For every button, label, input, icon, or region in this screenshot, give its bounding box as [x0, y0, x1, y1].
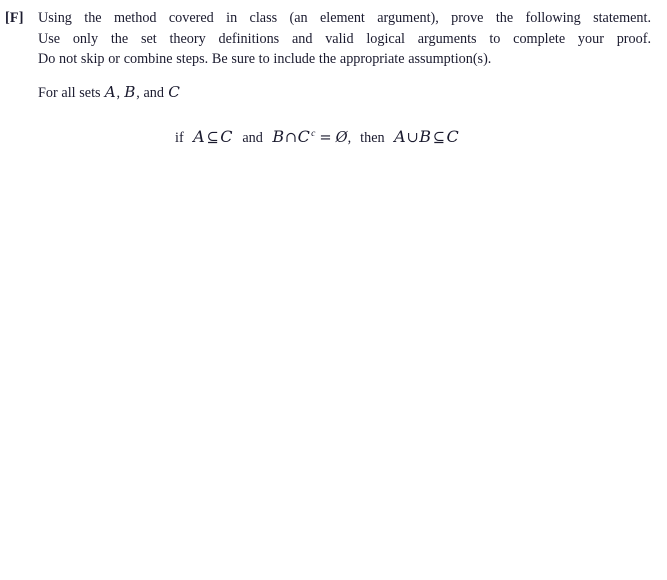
- hypothesis1-left-set: A: [193, 127, 206, 146]
- instructions-line-3: Do not skip or combine steps. Be sure to…: [38, 51, 492, 67]
- conclusion-right-set: C: [446, 127, 460, 146]
- hypothesis2-right-set: C: [297, 127, 311, 146]
- statement-comma: ,: [347, 130, 352, 146]
- problem-label: [F]: [5, 10, 24, 26]
- conclusion-left-set: A: [394, 127, 406, 146]
- display-math-statement: if A ⊆C and B∩Cc = Ø, then A∪B ⊆C: [38, 123, 667, 149]
- statement-if-word: if: [175, 130, 184, 146]
- quantifier-sentence: For all sets A, B, and C: [38, 82, 651, 104]
- conclusion-middle-set: B: [419, 127, 432, 146]
- problem-row: [F] Using the method covered in class (a…: [0, 4, 667, 103]
- intersection-operator-icon: ∩: [284, 129, 298, 146]
- hypothesis1-right-set: C: [220, 127, 233, 146]
- quantifier-separator-2: , and: [136, 84, 168, 101]
- instructions-line-1: Using the method covered in class (an el…: [38, 10, 651, 26]
- hypothesis2-left-set: B: [272, 127, 285, 146]
- empty-set-icon: Ø: [335, 129, 348, 146]
- complement-superscript: c: [311, 128, 316, 139]
- statement-then-word: then: [360, 130, 385, 146]
- equals-sign: =: [319, 129, 332, 146]
- problem-block: [F] Using the method covered in class (a…: [0, 4, 667, 149]
- set-symbol-b: B: [124, 82, 136, 101]
- instructions-line-2: Use only the set theory definitions and …: [38, 30, 651, 47]
- subset-relation-icon: ⊆: [206, 129, 219, 146]
- problem-body: Using the method covered in class (an el…: [38, 4, 651, 103]
- conclusion-subset-relation-icon: ⊆: [432, 129, 445, 146]
- instructions-paragraph: Using the method covered in class (an el…: [38, 4, 651, 70]
- set-symbol-a: A: [104, 82, 117, 101]
- quantifier-separator-1: ,: [116, 84, 124, 101]
- quantifier-prefix: For all sets: [38, 84, 105, 101]
- union-operator-icon: ∪: [406, 129, 419, 146]
- set-symbol-c: C: [168, 82, 181, 101]
- statement-connective: and: [242, 130, 263, 146]
